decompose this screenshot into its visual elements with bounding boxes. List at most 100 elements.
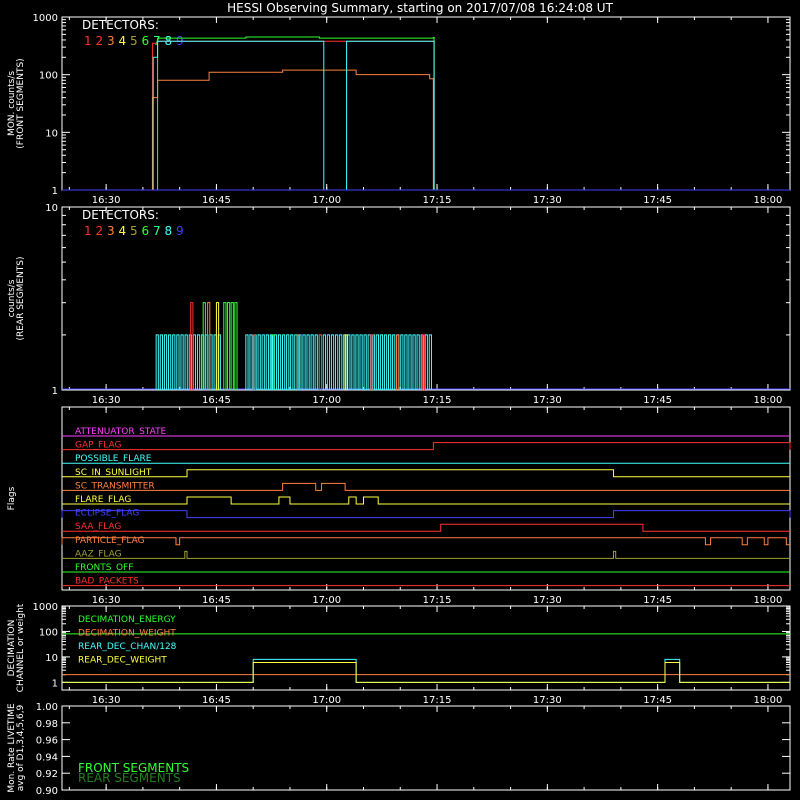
x-tick-label: 18:00 [754, 395, 783, 406]
figure-title: HESSI Observing Summary, starting on 201… [227, 1, 613, 15]
decimation-legend-4: REAR_DEC_WEIGHT [78, 656, 167, 666]
y-tick-label: 1 [52, 186, 58, 197]
legend-item-1: 1 [84, 34, 92, 48]
series-front-det6 [62, 36, 790, 191]
y-axis-label-flags: Flags [7, 486, 17, 510]
x-tick-label: 17:15 [423, 395, 452, 406]
rear-pulse [168, 334, 172, 390]
x-tick-label: 16:30 [92, 595, 121, 606]
x-tick-label: 17:30 [533, 695, 562, 706]
legend-title: DETECTORS: [82, 208, 159, 222]
series-front-det8 [62, 40, 790, 191]
rear-pulse [176, 334, 180, 390]
legend-item-6: 6 [142, 224, 150, 238]
x-tick-label: 18:00 [754, 195, 783, 206]
x-tick-label: 17:45 [643, 695, 672, 706]
legend-title: DETECTORS: [82, 18, 159, 32]
y-tick-label: 1000 [33, 602, 58, 613]
rear-pulse [302, 334, 306, 390]
y-tick-label: 1000 [33, 13, 58, 24]
y-tick-label: 0.94 [36, 752, 58, 763]
rear-pulse [412, 334, 416, 390]
rear-pulse [159, 334, 163, 390]
rear-pulse-group-14 [396, 334, 400, 390]
rear-pulse [355, 334, 359, 390]
y-tick-label: 1 [52, 386, 58, 397]
y-tick-label: 0.90 [36, 786, 58, 797]
flag-trace-sc_transmitter [62, 482, 790, 491]
y-tick-label: 0.98 [36, 719, 58, 730]
rear-pulse [184, 334, 188, 390]
rear-pulse [424, 334, 428, 390]
rear-pulse [375, 334, 379, 390]
legend-item-6: 6 [142, 34, 150, 48]
rear-pulse [290, 334, 294, 390]
y-axis-label-livetime: avg of D1,3,4,5,6,9 [16, 704, 26, 791]
x-tick-label: 17:30 [533, 395, 562, 406]
legend-item-5: 5 [130, 224, 138, 238]
rear-pulse [416, 334, 420, 390]
rear-pulse [286, 334, 290, 390]
rear-pulse [282, 334, 286, 390]
rear-pulse [265, 334, 269, 390]
legend-item-5: 5 [130, 34, 138, 48]
rear-pulse [404, 334, 408, 390]
rear-pulse [363, 334, 367, 390]
decimation-legend-3: REAR_DEC_CHAN/128 [78, 642, 177, 652]
rear-pulse [428, 334, 432, 390]
y-axis-label-front: (FRONT SEGMENTS) [16, 58, 26, 148]
y-axis-label-decimation: CHANNEL or weight [16, 603, 26, 692]
rear-pulse [330, 334, 335, 390]
legend-item-2: 2 [96, 34, 104, 48]
rear-pulse [215, 302, 220, 390]
rear-pulse [400, 334, 404, 390]
series-front-det3 [62, 69, 790, 191]
rear-pulse-group-5 [215, 302, 220, 390]
rear-pulse-group-6 [223, 302, 238, 390]
x-tick-label: 18:00 [754, 595, 783, 606]
flag-trace-flare_flag [62, 496, 790, 505]
flag-trace-saa_flag [62, 523, 790, 532]
rear-pulse [392, 334, 396, 390]
rear-pulse [196, 334, 201, 390]
rear-pulse-group-11 [318, 334, 323, 390]
legend-item-2: 2 [96, 224, 104, 238]
legend-item-1: 1 [84, 224, 92, 238]
x-tick-label: 17:30 [533, 595, 562, 606]
rear-pulse [408, 334, 412, 390]
rear-pulse [347, 334, 351, 390]
x-tick-label: 17:15 [423, 195, 452, 206]
rear-pulse [273, 334, 278, 390]
rear-pulse [249, 334, 253, 390]
decimation-legend-1: DECIMATION_ENERGY [78, 615, 176, 625]
rear-pulse [351, 334, 355, 390]
rear-pulse [180, 334, 184, 390]
legend-item-4: 4 [119, 34, 127, 48]
rear-pulse [172, 334, 176, 390]
x-tick-label: 16:30 [92, 395, 121, 406]
flag-trace-particle_flag [61, 537, 790, 546]
rear-pulse [223, 302, 227, 390]
x-tick-label: 17:00 [312, 695, 341, 706]
y-tick-label: 100 [39, 71, 58, 82]
x-tick-label: 17:45 [643, 395, 672, 406]
x-tick-label: 17:00 [312, 395, 341, 406]
rear-pulse [245, 334, 249, 390]
rear-pulse [213, 334, 217, 390]
x-tick-label: 16:30 [92, 695, 121, 706]
panel-frame-3 [61, 406, 791, 591]
x-tick-label: 16:45 [202, 695, 231, 706]
rear-pulse [261, 334, 265, 390]
rear-pulse [318, 334, 323, 390]
y-tick-label: 10 [45, 128, 58, 139]
x-tick-label: 17:45 [643, 595, 672, 606]
rear-pulse [367, 334, 371, 390]
x-tick-label: 17:15 [423, 695, 452, 706]
rear-pulse [306, 334, 310, 390]
y-tick-label: 100 [39, 627, 58, 638]
rear-pulse [230, 302, 234, 390]
rear-pulse [335, 334, 339, 390]
rear-pulse [277, 334, 282, 390]
x-tick-label: 17:00 [312, 595, 341, 606]
flag-trace-sc_in_sunlight [62, 469, 790, 478]
